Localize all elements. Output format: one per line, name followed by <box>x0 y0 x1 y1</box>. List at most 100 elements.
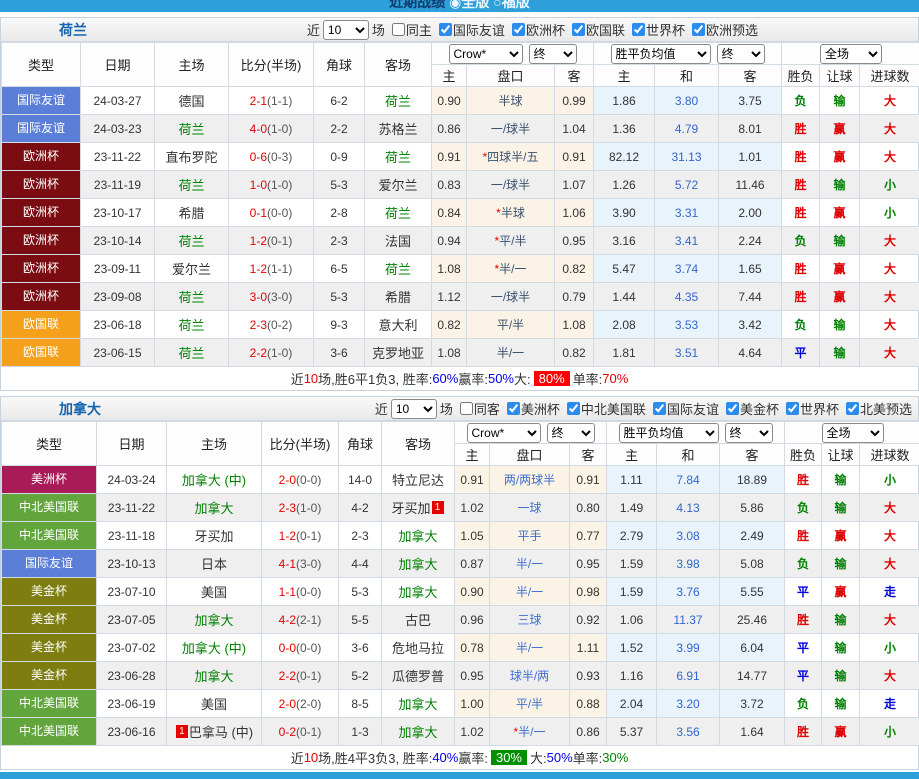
same-venue-checkbox[interactable] <box>392 23 405 36</box>
league-checkbox[interactable] <box>507 402 520 415</box>
odds-final-select[interactable]: 终 <box>547 423 595 443</box>
match-date: 23-10-17 <box>81 199 155 227</box>
league-filter[interactable]: 欧国联 <box>565 20 625 39</box>
handicap-name: 半/一 <box>518 725 545 739</box>
league-filter[interactable]: 美金杯 <box>719 399 779 418</box>
away-team-name: 危地马拉 <box>392 641 444 656</box>
match-date: 23-06-15 <box>81 339 155 367</box>
league-checkbox[interactable] <box>512 23 525 36</box>
odds-final-select[interactable]: 终 <box>529 44 577 64</box>
away-team-name: 荷兰 <box>385 262 411 277</box>
avg-final-select[interactable]: 终 <box>717 44 765 64</box>
summary-stat: 近 <box>291 748 304 767</box>
same-venue-filter[interactable]: 同客 <box>453 399 500 418</box>
league-filter[interactable]: 北美预选 <box>839 399 912 418</box>
league-filter[interactable]: 欧洲预选 <box>685 20 758 39</box>
home-team-cell: 1巴拿马 (中) <box>167 718 262 746</box>
scope-select[interactable]: 全场 <box>822 423 884 443</box>
view-mode-segment[interactable]: ◉全版 <box>445 0 489 10</box>
col-corner: 角球 <box>314 43 365 87</box>
match-date: 23-11-19 <box>81 171 155 199</box>
odds-home-value: 1.12 <box>432 283 467 311</box>
odds-home-value: 0.87 <box>455 550 490 578</box>
avg-draw-value: 31.13 <box>655 143 719 171</box>
score-cell: 1-2(0-1) <box>229 227 314 255</box>
handicap-cell: *半球 <box>467 199 555 227</box>
handicap-result-value: 赢 <box>820 143 860 171</box>
col-score: 比分(半场) <box>229 43 314 87</box>
home-team-name: 爱尔兰 <box>172 262 211 277</box>
avg-home-value: 1.86 <box>594 87 655 115</box>
home-team-cell: 德国 <box>155 87 229 115</box>
view-mode-switch[interactable]: 近期战绩 ◉全版 ○福版 <box>0 0 919 12</box>
odds-home-value: 0.84 <box>432 199 467 227</box>
avg-final-select[interactable]: 终 <box>725 423 773 443</box>
league-cell: 欧洲杯 <box>2 143 81 171</box>
handicap-cell: 平/半 <box>490 690 570 718</box>
fulltime-score: 2-3 <box>250 318 267 332</box>
avg-select[interactable]: 胜平负均值 <box>611 44 711 64</box>
league-filter[interactable]: 美洲杯 <box>500 399 560 418</box>
scope-select[interactable]: 全场 <box>820 44 882 64</box>
avg-away-value: 3.75 <box>719 87 782 115</box>
league-filter[interactable]: 国际友谊 <box>432 20 505 39</box>
league-filter[interactable]: 世界杯 <box>625 20 685 39</box>
league-filter[interactable]: 国际友谊 <box>646 399 719 418</box>
league-checkbox[interactable] <box>632 23 645 36</box>
fulltime-score: 2-3 <box>279 501 296 515</box>
fulltime-score: 0-1 <box>250 206 267 220</box>
league-filter[interactable]: 世界杯 <box>779 399 839 418</box>
col-goals: 进球数 <box>860 65 919 87</box>
handicap-cell: 一/球半 <box>467 171 555 199</box>
halftime-score: (0-3) <box>267 150 292 164</box>
handicap-name: 半/一 <box>516 641 543 655</box>
result-value: 负 <box>785 550 822 578</box>
league-checkbox[interactable] <box>572 23 585 36</box>
handicap-cell: 平手 <box>490 522 570 550</box>
match-row: 国际友谊 23-10-13 日本 4-1(3-0) 4-4 加拿大 0.87 半… <box>2 550 919 578</box>
odds-home-value: 1.00 <box>455 690 490 718</box>
same-venue-checkbox[interactable] <box>460 402 473 415</box>
near-count-select[interactable]: 10 <box>391 399 437 419</box>
avg-draw-value: 11.37 <box>657 606 720 634</box>
handicap-name: 半球 <box>501 206 525 220</box>
goals-result-value: 大 <box>860 87 919 115</box>
away-team-cell: 希腊 <box>365 283 432 311</box>
goals-result-value: 小 <box>860 634 919 662</box>
league-filter[interactable]: 欧洲杯 <box>505 20 565 39</box>
league-badge: 中北美国联 <box>2 522 96 549</box>
filter-bar: 近 10 场 同客 美洲杯中北美国联国际友谊美金杯世界杯北美预选 <box>375 399 912 419</box>
odds-company-select[interactable]: Crow* <box>449 44 523 64</box>
league-checkbox[interactable] <box>653 402 666 415</box>
away-team-name: 爱尔兰 <box>378 178 417 193</box>
league-cell: 美金杯 <box>2 578 97 606</box>
league-checkbox[interactable] <box>439 23 452 36</box>
score-cell: 2-3(1-0) <box>262 494 339 522</box>
league-badge: 欧洲杯 <box>2 171 80 198</box>
col-corner: 角球 <box>339 422 382 466</box>
league-checkbox[interactable] <box>692 23 705 36</box>
league-checkbox[interactable] <box>726 402 739 415</box>
avg-select[interactable]: 胜平负均值 <box>619 423 719 443</box>
corner-score: 8-5 <box>339 690 382 718</box>
home-team-name: 德国 <box>178 94 204 109</box>
corner-score: 0-9 <box>314 143 365 171</box>
fulltime-score: 2-1 <box>250 94 267 108</box>
odds-away-value: 0.99 <box>555 87 594 115</box>
league-filter[interactable]: 中北美国联 <box>560 399 646 418</box>
same-venue-filter[interactable]: 同主 <box>385 20 432 39</box>
handicap-cell: *四球半/五 <box>467 143 555 171</box>
league-checkbox[interactable] <box>567 402 580 415</box>
near-count-select[interactable]: 10 <box>323 20 369 40</box>
view-mode-segment[interactable]: ○福版 <box>489 0 529 10</box>
odds-company-select[interactable]: Crow* <box>467 423 541 443</box>
odds-company-group: Crow* 终 <box>455 422 607 444</box>
league-badge: 美金杯 <box>2 606 96 633</box>
score-cell: 1-1(0-0) <box>262 578 339 606</box>
odds-home-value: 1.08 <box>432 339 467 367</box>
col-date: 日期 <box>81 43 155 87</box>
odds-home-value: 0.86 <box>432 115 467 143</box>
league-checkbox[interactable] <box>846 402 859 415</box>
league-checkbox[interactable] <box>786 402 799 415</box>
home-team-name: 加拿大 (中) <box>182 473 246 488</box>
